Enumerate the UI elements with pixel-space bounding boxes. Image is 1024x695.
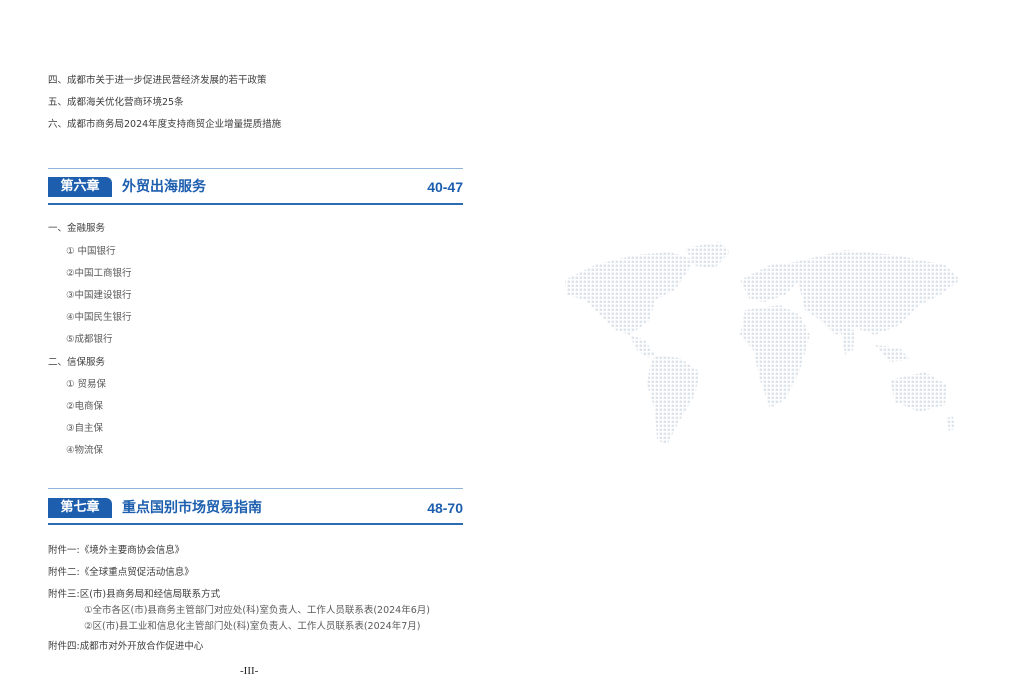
world-map-dotted-icon xyxy=(565,242,960,445)
toc-line-4: 四、成都市关于进一步促进民营经济发展的若干政策 xyxy=(48,75,267,86)
chapter7-rule-bottom xyxy=(48,523,463,525)
finance-item: ① 中国银行 xyxy=(66,246,116,257)
credit-item: ②电商保 xyxy=(66,401,104,412)
appendix-3-item: ②区(市)县工业和信息化主管部门处(科)室负责人、工作人员联系表(2024年7月… xyxy=(84,621,421,632)
credit-item: ④物流保 xyxy=(66,445,104,456)
chapter6-rule-bottom xyxy=(48,203,463,205)
page-number: -III- xyxy=(240,665,259,677)
chapter7-pages: 48-70 xyxy=(427,500,463,516)
appendix-4: 附件四:成都市对外开放合作促进中心 xyxy=(48,641,204,652)
chapter6-pages: 40-47 xyxy=(427,179,463,195)
appendix-3: 附件三:区(市)县商务局和经信局联系方式 xyxy=(48,589,221,600)
appendix-2: 附件二:《全球重点贸促活动信息》 xyxy=(48,567,194,578)
toc-line-6: 六、成都市商务局2024年度支持商贸企业增量提质措施 xyxy=(48,119,282,130)
appendix-3-item: ①全市各区(市)县商务主管部门对应处(科)室负责人、工作人员联系表(2024年6… xyxy=(84,605,430,616)
appendix-1: 附件一:《境外主要商协会信息》 xyxy=(48,545,185,556)
finance-item: ②中国工商银行 xyxy=(66,268,132,279)
chapter6-badge: 第六章 xyxy=(48,177,112,197)
toc-line-5: 五、成都海关优化营商环境25条 xyxy=(48,97,184,108)
chapter6-title: 外贸出海服务 xyxy=(122,179,206,195)
finance-item: ④中国民生银行 xyxy=(66,312,132,323)
section-credit-heading: 二、信保服务 xyxy=(48,357,106,368)
credit-item: ③自主保 xyxy=(66,423,104,434)
chapter7-title: 重点国别市场贸易指南 xyxy=(122,500,262,516)
finance-item: ⑤成都银行 xyxy=(66,334,113,345)
section-finance-heading: 一、金融服务 xyxy=(48,223,106,234)
chapter7-badge: 第七章 xyxy=(48,498,112,518)
chapter6-rule-top xyxy=(48,168,463,169)
chapter7-rule-top xyxy=(48,488,463,489)
finance-item: ③中国建设银行 xyxy=(66,290,132,301)
credit-item: ① 贸易保 xyxy=(66,379,107,390)
